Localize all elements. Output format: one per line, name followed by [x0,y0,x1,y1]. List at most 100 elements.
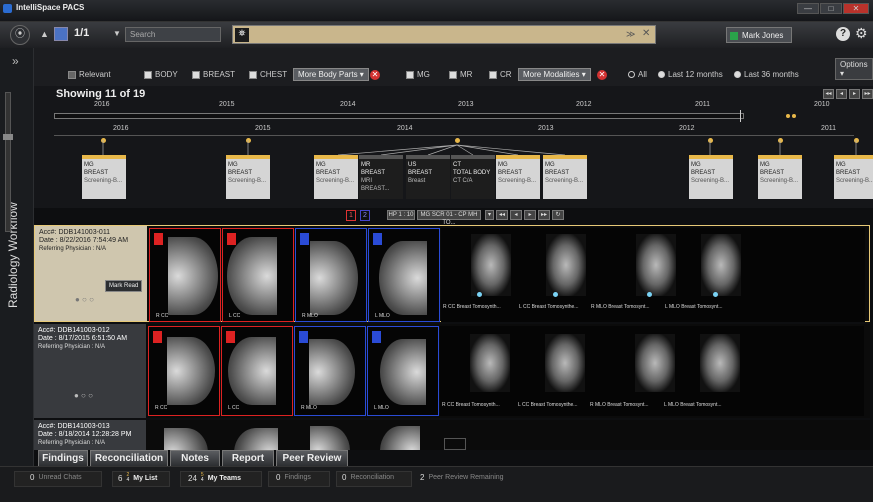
study-card-l2: BREAST [836,170,861,176]
image-l-cc[interactable]: L CC [222,228,294,322]
study-card[interactable]: MG BREAST Screening-B... [226,155,270,199]
study-card[interactable]: MG BREAST Screening-B... [543,155,587,199]
study-card[interactable]: MG BREAST Screening-B... [496,155,540,199]
tab-peer-review[interactable]: Peer Review [276,450,348,467]
hanging-protocol-index[interactable]: HP 1 : 10 [387,210,415,220]
study-card-l3: Screening-B... [545,178,584,184]
tab-notes[interactable]: Notes [170,450,220,467]
status-peer-review[interactable]: 2 Peer Review Remaining [420,473,504,482]
pagination-dots[interactable]: ● ○ ○ [74,392,93,400]
image-r-cc[interactable]: R CC [149,228,221,322]
study-card[interactable]: MG BREAST Screening-B... [758,155,802,199]
image-l-mlo[interactable]: L MLO [368,228,440,322]
status-text: My List [133,474,158,482]
study-card[interactable]: MG BREAST Screening-B... [82,155,126,199]
tomo-r-mlo[interactable] [636,234,676,296]
page-2-button[interactable]: 2 [360,210,370,221]
status-reconciliation-label: 0 Reconciliation [342,473,394,482]
hp-refresh-icon[interactable]: ↻ [552,210,564,220]
study-card-l2: BREAST [361,170,386,176]
tomo-r-cc[interactable] [471,234,511,296]
study-card[interactable]: CT TOTAL BODY CT C/A [451,155,495,199]
hanging-protocol-dropdown[interactable]: MG SCR 01 - CP MH TO... [417,210,481,226]
page-1-button[interactable]: 1 [346,210,356,221]
status-text: Reconciliation [350,474,395,481]
status-count-total: 4 [200,477,204,483]
hp-last-icon[interactable]: ▸▸ [538,210,550,220]
image-caption: R MLO [301,405,317,411]
status-count: 0 [342,473,347,482]
tab-report[interactable]: Report [222,450,274,467]
hanging-nav-controls: ▾ ◂◂ ◂ ▸ ▸▸ ↻ [485,210,564,220]
study-date: Date : 8/18/2014 12:28:28 PM [38,431,132,438]
study-row-older[interactable]: Acc#: DDB141003-013 Date : 8/18/2014 12:… [34,420,870,450]
study-card[interactable]: MG BREAST Screening-B... [314,155,358,199]
status-unread-chats-label: 0 Unread Chats [30,473,82,482]
tomo-caption: L MLO Breast Tomosynt... [664,402,722,408]
mark-read-button[interactable]: Mark Read [105,280,143,292]
study-card-l2: BREAST [228,170,253,176]
image-r-mlo[interactable]: R MLO [295,228,367,322]
image-thumb[interactable] [380,426,420,450]
tomo-caption: L CC Breast Tomosynthe... [518,402,578,408]
study-card-l3: Screening-B... [498,178,537,184]
study-card[interactable]: MG BREAST Screening-B... [834,155,873,199]
study-card-l2: BREAST [691,170,716,176]
study-card-l2: TOTAL BODY [453,170,491,176]
study-card-l3: Screening-B... [691,178,730,184]
hp-prev-icon[interactable]: ◂ [510,210,522,220]
study-card-l3: Screening-B... [84,178,123,184]
tomo-marker-icon [477,292,482,297]
study-card-l3: Screening-B... [228,178,267,184]
tomo-l-cc[interactable] [545,334,585,392]
hp-next-icon[interactable]: ▸ [524,210,536,220]
image-caption: L MLO [374,405,389,411]
study-card-l1: MG [836,162,846,168]
study-card[interactable]: MR BREAST MRI BREAST... [359,155,403,199]
tomo-r-cc[interactable] [470,334,510,392]
report-thumb[interactable] [444,438,466,450]
tomo-r-mlo[interactable] [635,334,675,392]
tomo-l-mlo[interactable] [701,234,741,296]
study-card[interactable]: US BREAST Breast [406,155,450,199]
hp-dropdown-arrow-icon[interactable]: ▾ [485,210,494,220]
image-thumb[interactable] [310,426,350,450]
pagination-dots[interactable]: ● ○ ○ [75,296,94,304]
tab-findings[interactable]: Findings [38,450,88,467]
image-r-mlo[interactable]: R MLO [294,326,366,416]
hp-first-icon[interactable]: ◂◂ [496,210,508,220]
tab-reconciliation[interactable]: Reconciliation [90,450,168,467]
image-l-mlo[interactable]: L MLO [367,326,439,416]
study-card-l1: MG [498,162,508,168]
image-caption: L CC [229,313,241,319]
status-count: 24 [188,473,197,483]
tomo-l-cc[interactable] [546,234,586,296]
referring-physician: Referring Physician : N/A [39,246,107,252]
status-text: Findings [284,474,311,481]
status-text: Unread Chats [38,474,82,481]
tomo-l-mlo[interactable] [700,334,740,392]
study-card-l2: BREAST [760,170,785,176]
study-card-l2: BREAST [545,170,570,176]
status-count: 6 [118,473,123,483]
image-thumb[interactable] [164,428,208,450]
tomo-strip: R CC Breast Tomosynth... L CC Breast Tom… [440,326,864,416]
study-card-l3: MRI BREAST... [361,178,390,192]
image-l-cc[interactable]: L CC [221,326,293,416]
image-thumb[interactable] [234,428,278,450]
image-caption: L MLO [375,313,390,319]
study-card-l1: MG [760,162,770,168]
accession-number: Acc#: DDB141003-012 [38,327,110,334]
tomo-caption: L MLO Breast Tomosynt... [665,304,723,310]
status-count-total: 4 [126,477,130,483]
study-card[interactable]: MG BREAST Screening-B... [689,155,733,199]
study-card-l3: Screening-B... [836,178,873,184]
image-caption: R CC [155,405,168,411]
study-card-l2: BREAST [498,170,523,176]
study-row-current[interactable]: Acc#: DDB141003-011 Date : 8/22/2016 7:5… [34,225,870,322]
status-my-teams-label: 24 5 4 My Teams [188,473,241,483]
study-row-prior[interactable]: Acc#: DDB141003-012 Date : 8/17/2015 6:5… [34,324,870,418]
status-my-list-label: 6 2 4 My List [118,473,157,483]
study-card-l3: Breast [408,178,426,184]
image-r-cc[interactable]: R CC [148,326,220,416]
